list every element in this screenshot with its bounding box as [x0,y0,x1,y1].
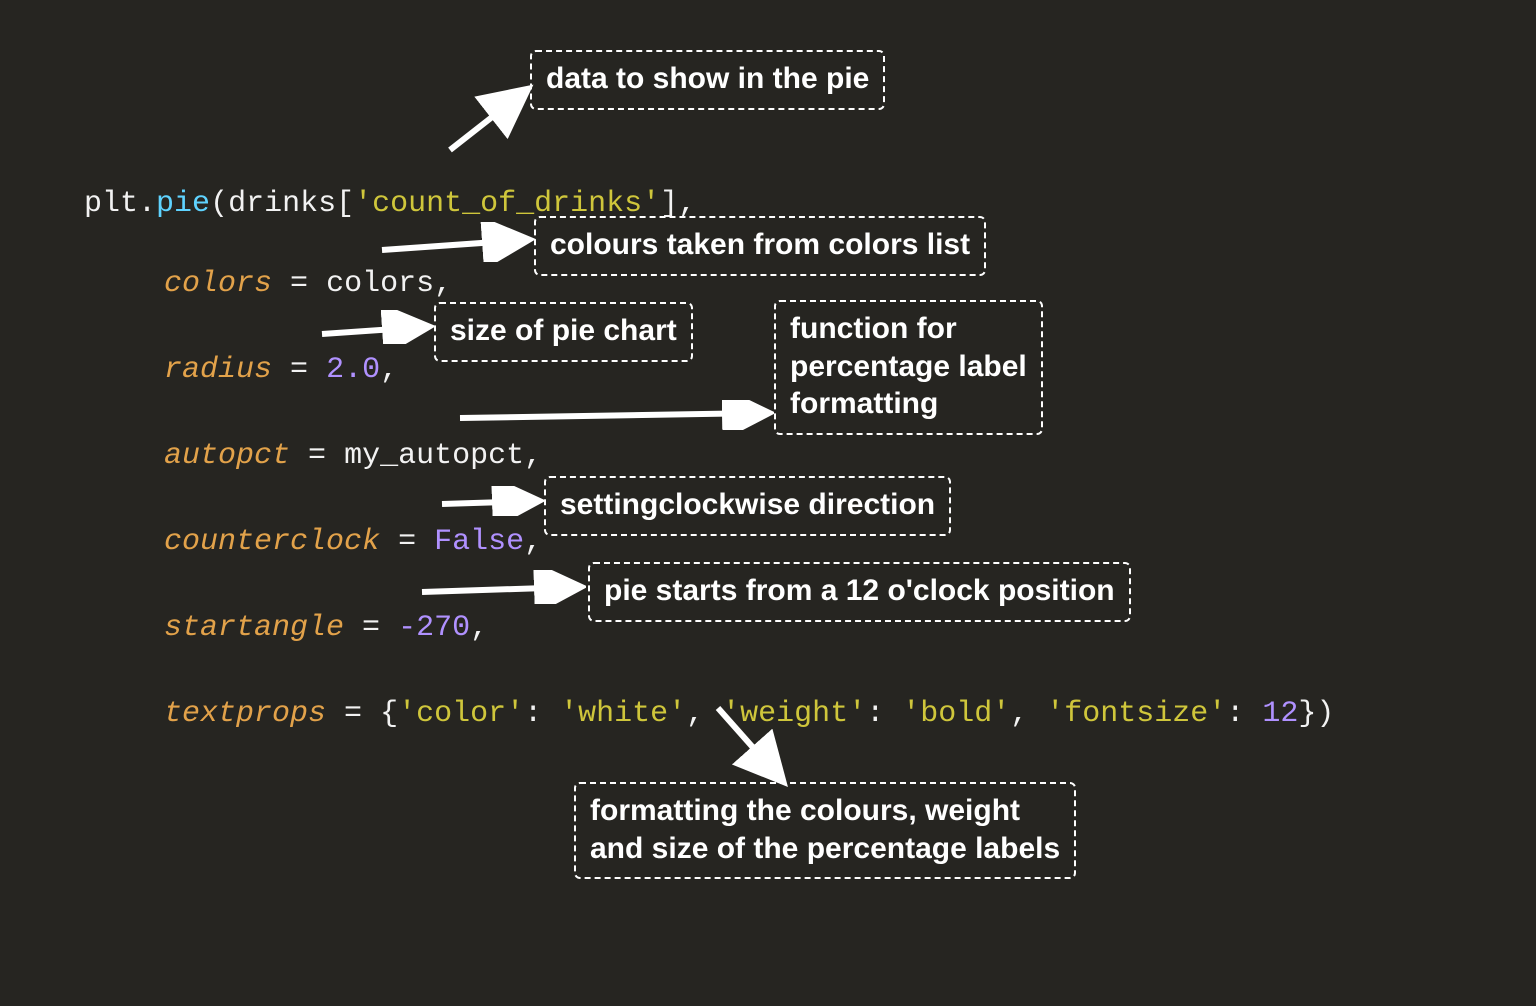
code-token: (drinks[ [210,187,354,221]
code-token: , [470,611,488,645]
code-token: colors [326,267,434,301]
callout-colors: colours taken from colors list [534,216,986,276]
callout-autopct: function for percentage label formatting [774,300,1043,435]
code-token: colors [164,267,272,301]
code-token: 12 [1262,697,1298,731]
code-token: 'color' [398,697,524,731]
code-token: = [380,525,434,559]
code-token: , [524,439,542,473]
code-token: = [272,353,326,387]
code-token: = [326,697,380,731]
code-token: pie [156,187,210,221]
code-line-7: textprops = {'color': 'white', 'weight':… [92,660,1334,768]
callout-counterclock: settingclockwise direction [544,476,951,536]
callout-data: data to show in the pie [530,50,885,110]
code-token: : [524,697,560,731]
code-token: , [686,697,722,731]
code-token: 'white' [560,697,686,731]
code-token: : [1226,697,1262,731]
code-token: -270 [398,611,470,645]
arrow-icon [440,80,540,160]
code-token: , [380,353,398,387]
code-token: , [434,267,452,301]
code-token: . [138,187,156,221]
code-token: 'weight' [722,697,866,731]
code-token: autopct [164,439,290,473]
code-token: 2.0 [326,353,380,387]
code-token: , [524,525,542,559]
code-token: startangle [164,611,344,645]
code-token: = [272,267,326,301]
code-token: 'bold' [902,697,1010,731]
code-token: False [434,525,524,559]
code-token: , [1010,697,1046,731]
code-token: 'fontsize' [1046,697,1226,731]
code-token: counterclock [164,525,380,559]
callout-radius: size of pie chart [434,302,693,362]
code-token: my_autopct [344,439,524,473]
code-token: }) [1298,697,1334,731]
callout-startangle: pie starts from a 12 o'clock position [588,562,1131,622]
code-token: = [290,439,344,473]
code-token: radius [164,353,272,387]
callout-textprops: formatting the colours, weight and size … [574,782,1076,879]
code-token: plt [84,187,138,221]
annotated-code-diagram: plt.pie(drinks['count_of_drinks'], color… [0,0,1536,1006]
code-token: : [866,697,902,731]
code-token: textprops [164,697,326,731]
code-token: = [344,611,398,645]
code-token: { [380,697,398,731]
